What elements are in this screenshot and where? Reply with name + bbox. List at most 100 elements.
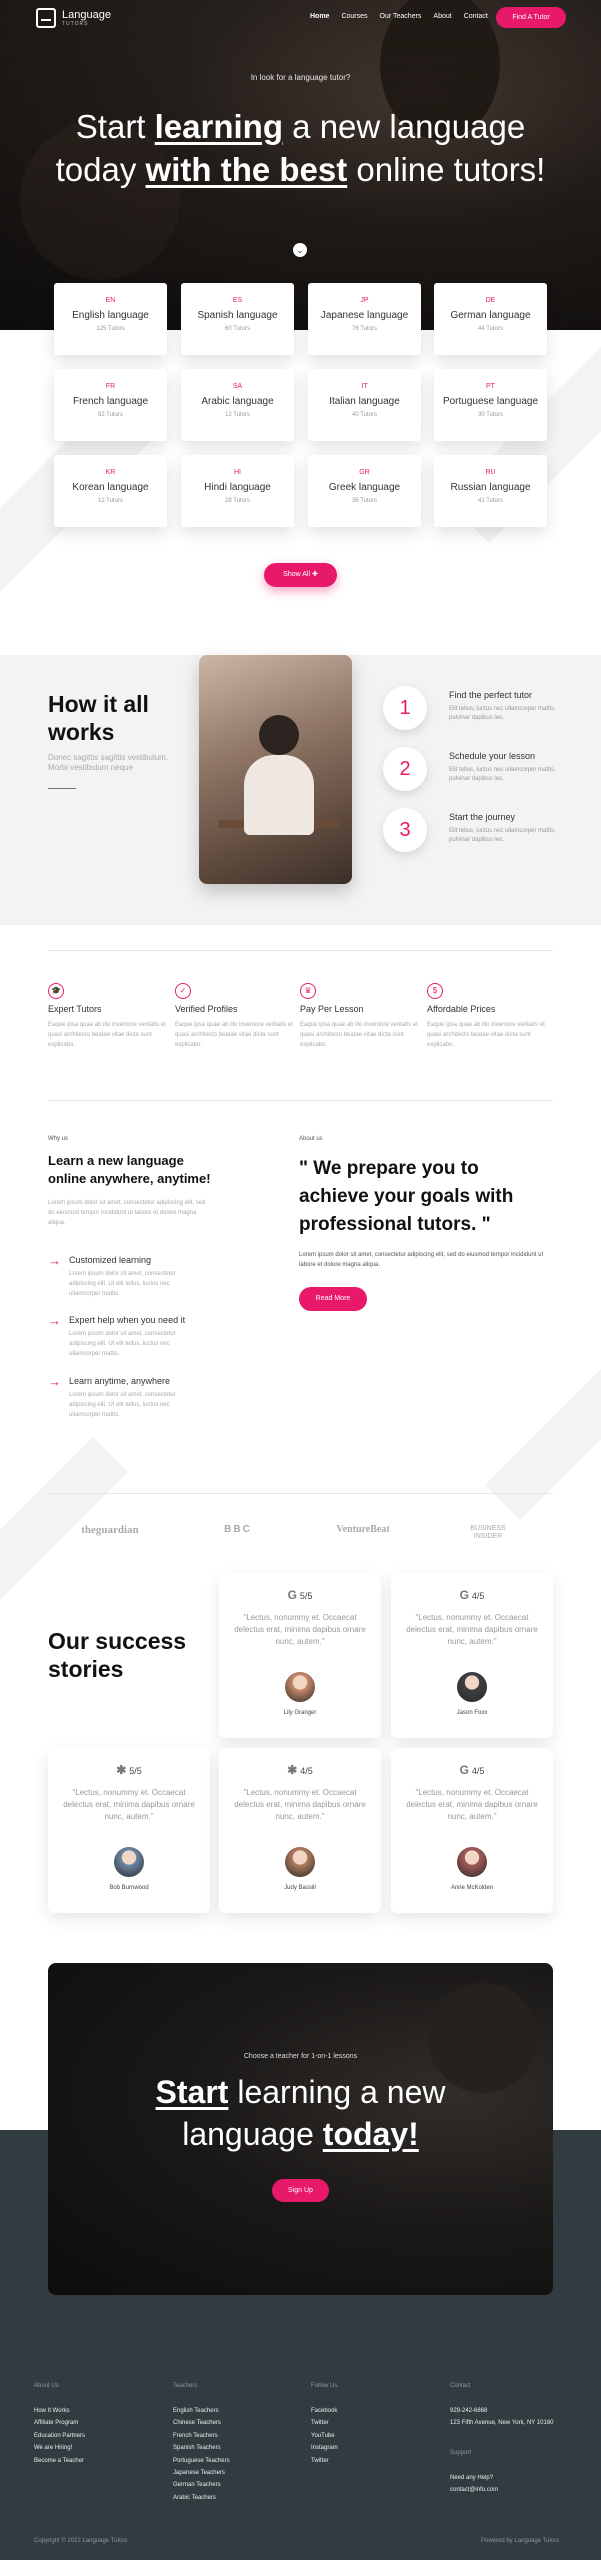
language-code: HI: [234, 469, 241, 476]
language-card[interactable]: KR Korean language 12 Tutors: [54, 455, 167, 527]
rating-value: 5/5: [129, 1766, 142, 1776]
language-card[interactable]: DE German language 44 Tutors: [434, 283, 547, 355]
contact-email[interactable]: contact@info.com: [450, 2484, 570, 2496]
footer-link[interactable]: Instagram: [311, 2442, 441, 2454]
logo[interactable]: Language TUTORS: [36, 8, 111, 28]
language-card[interactable]: FR French language 92 Tutors: [54, 369, 167, 441]
dollar-icon: $: [427, 983, 443, 999]
logo-icon: [36, 8, 56, 28]
language-card[interactable]: GR Greek language 36 Tutors: [308, 455, 421, 527]
language-code: GR: [359, 469, 370, 476]
arrow-down-icon[interactable]: ⌄: [293, 243, 307, 257]
language-code: JP: [360, 297, 369, 304]
footer-link[interactable]: How It Works: [34, 2405, 164, 2417]
tutor-count: 40 Tutors: [351, 412, 377, 418]
logo-title: Language: [62, 8, 111, 21]
nav-our-teachers[interactable]: Our Teachers: [374, 13, 428, 20]
footer-link[interactable]: We are Hiring!: [34, 2442, 164, 2454]
step-item: 2 Schedule your lesson Elit tellus, luctus…: [383, 747, 563, 791]
footer-link[interactable]: Spanish Teachers: [173, 2442, 303, 2454]
testimonial-name: Judy Bassill: [284, 1885, 316, 1891]
testimonial-quote: "Lectus, nonummy et. Occaecat delectus e…: [234, 1788, 366, 1821]
language-card[interactable]: EN English language 125 Tutors: [54, 283, 167, 355]
step-item: 1 Find the perfect tutor Elit tellus, luct…: [383, 686, 563, 730]
step-number: 3: [383, 808, 427, 852]
rating-value: 4/5: [471, 1766, 485, 1776]
language-card[interactable]: IT Italian language 40 Tutors: [308, 369, 421, 441]
arrow-right-icon: →: [48, 1313, 61, 1328]
footer-link[interactable]: Twitter: [311, 2417, 441, 2429]
tutor-count: 30 Tutors: [477, 412, 503, 418]
divider: [48, 788, 76, 789]
language-name: Russian language: [450, 482, 531, 493]
language-name: Korean language: [72, 482, 149, 493]
footer-link[interactable]: Chinese Teachers: [173, 2417, 303, 2429]
graduation-icon: 🎓: [48, 983, 64, 999]
language-card[interactable]: RU Russian language 41 Tutors: [434, 455, 547, 527]
footer-link[interactable]: Become a Teacher: [34, 2455, 164, 2467]
plus-icon: ✚: [311, 571, 318, 578]
language-code: DE: [485, 297, 496, 304]
footer-link[interactable]: Facebook: [311, 2405, 441, 2417]
arrow-right-icon: →: [48, 1374, 61, 1389]
rating: ✱ 5/5: [48, 1763, 210, 1777]
testimonial-quote: "Lectus, nonummy et. Occaecat delectus e…: [63, 1788, 195, 1821]
step-text: Elit tellus, luctus nec ullamcorper matt…: [449, 706, 556, 721]
nav-contact[interactable]: Contact: [458, 13, 494, 20]
rating-value: 5/5: [299, 1591, 313, 1601]
footer-link[interactable]: Japanese Teachers: [173, 2467, 303, 2479]
footer-link[interactable]: Portuguese Teachers: [173, 2455, 303, 2467]
sign-up-button[interactable]: Sign Up: [272, 2179, 329, 2202]
feature-title: Pay Per Lesson: [300, 1004, 364, 1014]
footer-link[interactable]: Affiliate Program: [34, 2417, 164, 2429]
find-tutor-button[interactable]: Find A Tutor: [496, 7, 566, 28]
read-more-button[interactable]: Read More: [299, 1287, 367, 1311]
powered-by: Powered by Language Tutors: [481, 2538, 560, 2544]
footer-link[interactable]: YouTube: [311, 2430, 441, 2442]
footer-link[interactable]: German Teachers: [173, 2479, 303, 2491]
language-name: Greek language: [328, 482, 401, 493]
show-all-button[interactable]: Show All ✚: [264, 563, 337, 587]
footer-follow: Follow Us Facebook Twitter YouTube Instagra…: [311, 2383, 441, 2467]
language-name: Hindi language: [204, 482, 271, 493]
testimonial-name: Lily Granger: [283, 1710, 317, 1716]
crown-icon: ♛: [300, 983, 316, 999]
feature-title: Expert Tutors: [48, 1004, 102, 1014]
language-card[interactable]: JP Japanese language 76 Tutors: [308, 283, 421, 355]
avatar: [285, 1847, 315, 1877]
nav-about[interactable]: About: [427, 13, 457, 20]
language-card[interactable]: ES Spanish language 60 Tutors: [181, 283, 294, 355]
contact-phone[interactable]: 929-242-6868: [450, 2405, 570, 2417]
stories-title: Our success stories: [48, 1628, 187, 1682]
footer-link[interactable]: Twitter: [311, 2455, 441, 2467]
language-card[interactable]: SA Arabic language 12 Tutors: [181, 369, 294, 441]
how-title: How it all works: [48, 691, 149, 745]
why-item-title: Customized learning: [69, 1255, 152, 1265]
footer-contact: Contact 929-242-6868 123 Fifth Avenue, N…: [450, 2383, 570, 2497]
why-label: Why us: [48, 1136, 69, 1142]
cta-title: Start learning a new language today!: [155, 2074, 446, 2152]
arrow-right-icon: →: [48, 1253, 61, 1268]
footer-link[interactable]: English Teachers: [173, 2405, 303, 2417]
feature-item: ♛ Pay Per Lesson Eaque ipsa quae ab illo i…: [300, 983, 425, 1050]
footer-link[interactable]: Arabic Teachers: [173, 2492, 303, 2504]
nav-courses[interactable]: Courses: [335, 13, 373, 20]
tutor-count: 76 Tutors: [351, 326, 377, 332]
cta-kicker: Choose a teacher for 1-on-1 lessons: [243, 2053, 358, 2060]
language-card[interactable]: PT Portuguese language 30 Tutors: [434, 369, 547, 441]
tutor-count: 28 Tutors: [224, 498, 250, 504]
why-item-text: Lorem ipsum dolor sit amet, consectetur …: [69, 1271, 176, 1297]
avatar: [114, 1847, 144, 1877]
language-name: German language: [450, 310, 531, 321]
step-title: Start the journey: [449, 812, 516, 822]
language-card[interactable]: HI Hindi language 28 Tutors: [181, 455, 294, 527]
language-name: Arabic language: [201, 396, 274, 407]
language-name: Spanish language: [197, 310, 278, 321]
user-check-icon: ✓: [175, 983, 191, 999]
nav-home[interactable]: Home: [304, 13, 335, 20]
language-name: Portuguese language: [442, 396, 539, 407]
footer-link[interactable]: French Teachers: [173, 2430, 303, 2442]
hero-kicker: In look for a language tutor?: [250, 73, 351, 82]
footer-link[interactable]: Education Partners: [34, 2430, 164, 2442]
language-code: RU: [485, 469, 496, 476]
